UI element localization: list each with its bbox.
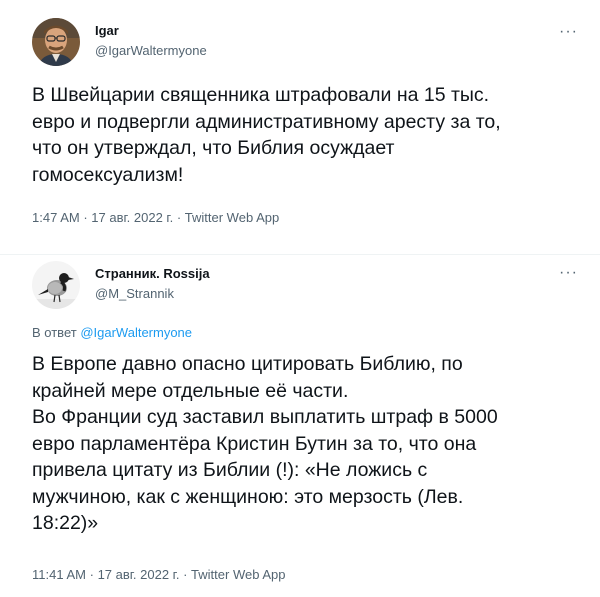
tweet-date[interactable]: 17 авг. 2022 г.: [98, 567, 180, 582]
tweet-source[interactable]: Twitter Web App: [185, 210, 279, 225]
tweet-date[interactable]: 17 авг. 2022 г.: [91, 210, 173, 225]
author-handle[interactable]: @M_Strannik: [95, 286, 174, 301]
reply-prefix: В ответ: [32, 325, 77, 340]
author-handle[interactable]: @IgarWaltermyone: [95, 43, 207, 58]
tweet-text-line: привела цитату из Библии (!): «Не ложись…: [32, 459, 428, 481]
meta-separator: ·: [176, 210, 182, 225]
tweet-text-line: мужчиною, как с женщиною: это мерзость (…: [32, 485, 464, 508]
tweet-metadata: 11:41 AM · 17 авг. 2022 г. · Twitter Web…: [32, 567, 285, 582]
tweet-text-line: 18:22)»: [32, 512, 99, 534]
tweet-text-line: евро и подвергли административному арест…: [32, 110, 501, 133]
author-display-name[interactable]: Странник. Rossija: [95, 266, 210, 281]
meta-separator: ·: [83, 210, 88, 225]
avatar-strannik[interactable]: [32, 261, 80, 309]
tweet-time[interactable]: 11:41 AM: [32, 567, 86, 582]
tweet-reply: Странник. Rossija @M_Strannik ··· В отве…: [0, 256, 600, 597]
meta-separator: ·: [183, 567, 188, 582]
avatar-crow-image: [32, 261, 80, 309]
tweet-metadata: 1:47 AM · 17 авг. 2022 г. · Twitter Web …: [32, 210, 279, 225]
avatar-igar[interactable]: [32, 18, 80, 66]
tweet-text-line: В Швейцарии священника штрафовали на 15 …: [32, 84, 490, 106]
reply-mention-link[interactable]: @IgarWaltermyone: [80, 325, 192, 340]
avatar-portrait-image: [32, 18, 80, 66]
tweet-main: Igar @IgarWaltermyone ··· В Швейцарии св…: [0, 0, 600, 255]
more-options-icon[interactable]: ···: [559, 265, 578, 281]
meta-separator: ·: [89, 567, 94, 582]
tweet-text: В Европе давно опасно цитировать Библию,…: [32, 351, 572, 537]
tweet-divider: [0, 254, 600, 255]
more-options-icon[interactable]: ···: [559, 24, 578, 40]
tweet-text-line: В Европе давно опасно цитировать Библию,…: [32, 353, 463, 375]
tweet-text-line: евро парламентёра Кристин Бутин за то, ч…: [32, 432, 477, 455]
tweet-time[interactable]: 1:47 AM: [32, 210, 80, 225]
tweet-text-line: гомосексуализм!: [32, 163, 184, 186]
reply-context: В ответ @IgarWaltermyone: [32, 325, 192, 340]
tweet-text-line: что он утверждал, что Библия осуждает: [32, 137, 395, 159]
tweet-text-line: крайней мере отдельные её части.: [32, 379, 349, 402]
tweet-source[interactable]: Twitter Web App: [191, 567, 285, 582]
author-display-name[interactable]: Igar: [95, 23, 119, 38]
tweet-text: В Швейцарии священника штрафовали на 15 …: [32, 82, 572, 188]
tweet-text-line: Во Франции суд заставил выплатить штраф …: [32, 406, 498, 428]
